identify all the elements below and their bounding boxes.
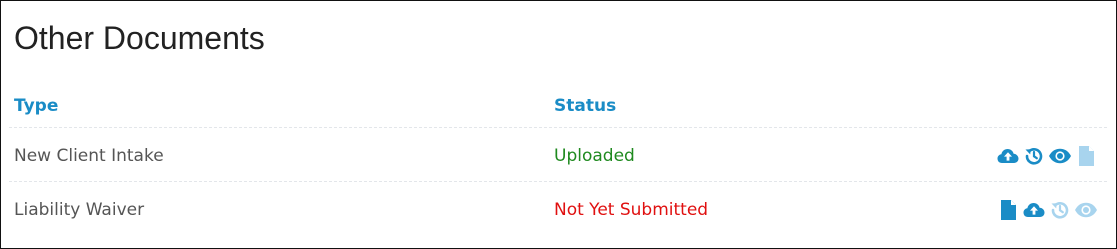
other-documents-panel: Other Documents Type Status New Client I… [0, 0, 1117, 249]
document-icon[interactable] [1074, 144, 1098, 168]
row-actions [996, 198, 1098, 222]
history-icon[interactable] [1022, 144, 1046, 168]
document-icon[interactable] [996, 198, 1020, 222]
panel-title: Other Documents [14, 20, 265, 56]
row-actions [996, 144, 1098, 168]
status-cell-uploaded: Uploaded [554, 146, 635, 166]
cloud-upload-icon[interactable] [996, 144, 1020, 168]
column-header-status[interactable]: Status [554, 95, 616, 117]
column-header-type[interactable]: Type [14, 95, 58, 117]
row-divider [9, 127, 1107, 128]
cloud-upload-icon[interactable] [1022, 198, 1046, 222]
document-type-cell: New Client Intake [14, 146, 164, 166]
eye-icon[interactable] [1048, 144, 1072, 168]
eye-icon[interactable] [1074, 198, 1098, 222]
row-divider [9, 181, 1107, 182]
status-cell-not-submitted: Not Yet Submitted [554, 200, 709, 220]
document-type-cell: Liability Waiver [14, 200, 145, 220]
history-icon[interactable] [1048, 198, 1072, 222]
